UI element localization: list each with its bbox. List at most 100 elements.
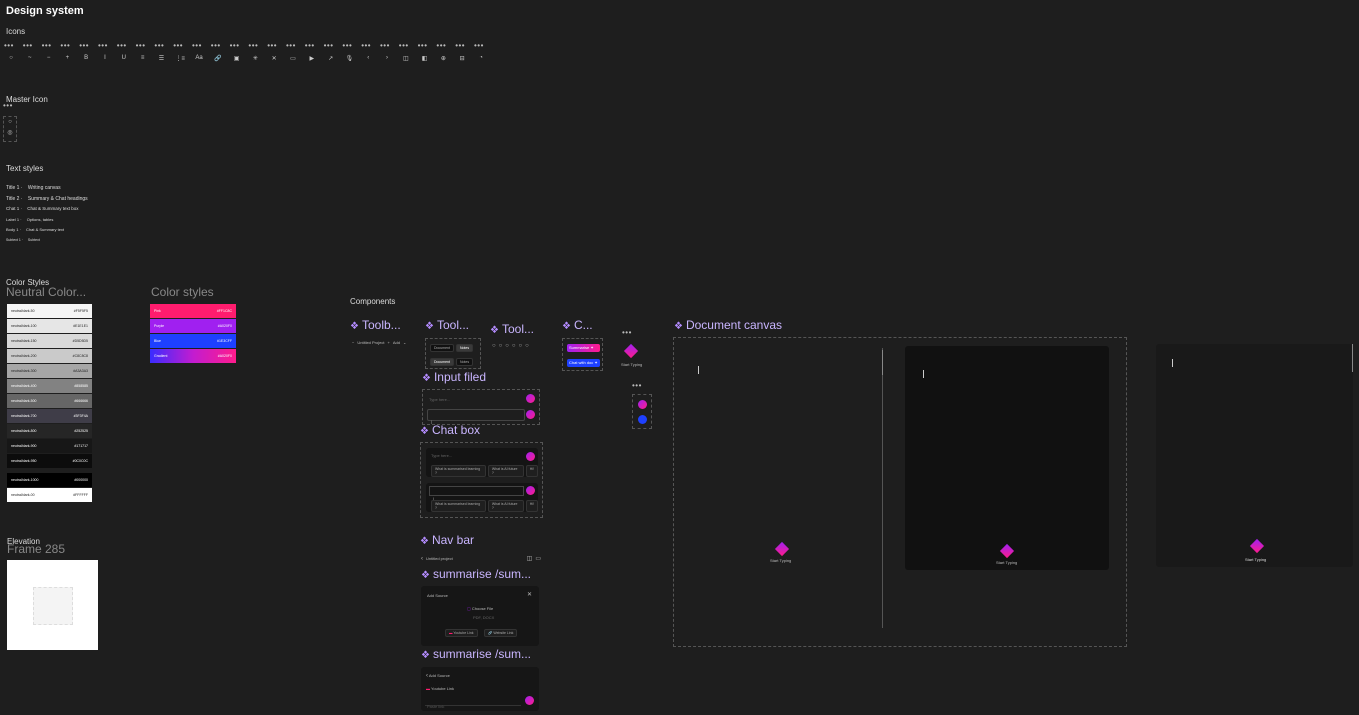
more-icon[interactable]: ••• (455, 41, 465, 50)
design-icon[interactable]: ◧ (416, 55, 434, 62)
more-icon[interactable]: ••• (79, 41, 89, 50)
input-field[interactable]: | (427, 409, 525, 424)
color-swatch[interactable]: Blue #1E3CFF (150, 334, 236, 348)
circle-icon[interactable]: ○ (499, 343, 503, 349)
suggestion-chip[interactable]: What is AI future ? (487, 465, 524, 477)
summarise2-header[interactable]: ‹ Add Source (426, 673, 450, 679)
send-icon-blue[interactable] (638, 415, 647, 424)
design-icon[interactable]: ⋮≡ (171, 55, 189, 62)
design-icon[interactable]: ◔ (472, 55, 490, 61)
design-icon[interactable]: ↗ (322, 55, 340, 62)
more-icon[interactable]: ••• (230, 41, 240, 50)
more-icon[interactable]: ••• (324, 41, 334, 50)
more-icon[interactable]: ••• (60, 41, 70, 50)
design-icon[interactable]: I (96, 55, 114, 61)
neutral-swatch[interactable]: neutral/dark-200 #C8C8C8 (7, 349, 92, 363)
toolbar1-add[interactable]: Add (393, 340, 400, 345)
more-icon[interactable]: ••• (380, 41, 390, 50)
send-icon[interactable] (638, 400, 647, 409)
more-icon[interactable]: ••• (286, 41, 296, 50)
design-icon[interactable]: ⊟ (453, 55, 471, 62)
more-icon[interactable]: ••• (418, 41, 428, 50)
more-icon[interactable]: ••• (136, 41, 146, 50)
circle-icon[interactable]: ○ (512, 343, 516, 349)
suggestion-chip[interactable]: What is AI future ? (487, 500, 524, 512)
more-icon[interactable]: ••• (267, 41, 277, 50)
chat-icon[interactable]: ◫ (527, 555, 533, 562)
more-icon[interactable]: ••• (154, 41, 164, 50)
design-icon[interactable]: ~ (21, 55, 39, 61)
more-icon[interactable]: ••• (632, 381, 642, 390)
choose-file-button[interactable]: ▢ Choose File (467, 606, 493, 611)
more-icon[interactable]: ••• (42, 41, 52, 50)
master-icon-frame[interactable]: ○ ◎ (3, 116, 17, 142)
neutral-swatch[interactable]: neutral/dark-400 #858585 (7, 379, 92, 393)
design-icon[interactable]: ✕ (265, 55, 283, 62)
more-icon[interactable]: ••• (342, 41, 352, 50)
website-link-button[interactable]: 🔗 Website Link (484, 629, 518, 637)
suggestion-chip[interactable]: Hi! (525, 500, 538, 512)
canvas-standalone[interactable]: Start Typing (1156, 344, 1353, 567)
scroll-handle[interactable] (882, 350, 883, 375)
design-icon[interactable]: ▭ (284, 55, 302, 62)
design-icon[interactable]: 🎙 (340, 55, 358, 62)
send-icon[interactable] (526, 452, 535, 461)
suggestion-chip[interactable]: What is summarised learning ? (431, 465, 486, 477)
neutral-swatch[interactable]: neutral/dark-150 #D5D5D5 (7, 334, 92, 348)
neutral-swatch[interactable]: neutral/dark-950 #0C0C0C (7, 454, 92, 468)
tab-notes-inactive[interactable]: Notes (455, 358, 474, 366)
more-icon[interactable]: ••• (23, 41, 33, 50)
design-icon[interactable]: ○ (2, 55, 20, 61)
tab-document[interactable]: Document (430, 344, 454, 352)
link-input[interactable]: Paste link (425, 695, 521, 709)
chevron-down-icon[interactable]: ⌄ (403, 340, 406, 345)
chatbox-active[interactable]: | What is summarised learning ? What is … (426, 483, 538, 512)
design-icon[interactable]: ≡ (134, 55, 152, 61)
more-icon[interactable]: ••• (622, 328, 632, 337)
design-icon[interactable]: U (115, 55, 133, 61)
more-icon[interactable]: ••• (192, 41, 202, 50)
plus-icon[interactable]: + (387, 340, 389, 345)
send-icon[interactable] (525, 696, 534, 705)
tab-notes[interactable]: Notes (455, 344, 474, 352)
send-icon[interactable] (526, 486, 535, 495)
close-icon[interactable]: ✕ (527, 591, 532, 598)
chat-doc-button[interactable]: Chat with doc ✦ (567, 359, 600, 367)
youtube-link-button[interactable]: ▬ Youtube Link (445, 629, 478, 637)
more-icon[interactable]: ••• (474, 41, 484, 50)
suggestion-chip[interactable]: What is summarised learning ? (431, 500, 486, 512)
neutral-swatch[interactable]: neutral/dark-100 #E1E1E1 (7, 319, 92, 333)
color-swatch[interactable]: Pink #FF1C8C (150, 304, 236, 318)
elevation-frame[interactable] (7, 560, 98, 650)
send-icon[interactable] (526, 410, 535, 419)
more-icon[interactable]: ••• (436, 41, 446, 50)
more-icon[interactable]: ••• (399, 41, 409, 50)
more-icon[interactable]: ••• (4, 41, 14, 50)
more-icon[interactable]: ••• (361, 41, 371, 50)
circle-icon[interactable]: ○ (519, 343, 523, 349)
more-icon[interactable]: ••• (117, 41, 127, 50)
neutral-swatch[interactable]: neutral/dark-300 #A3A3A3 (7, 364, 92, 378)
chatbox-empty[interactable]: Type here... What is summarised learning… (426, 448, 538, 477)
minus-icon[interactable]: − (352, 340, 354, 345)
summarise-button[interactable]: Summarise ✦ (567, 344, 600, 352)
back-icon[interactable]: ‹ (421, 556, 423, 562)
more-icon[interactable]: ••• (211, 41, 221, 50)
circle-icon[interactable]: ○ (492, 343, 496, 349)
design-icon[interactable]: ✳ (246, 55, 264, 62)
design-icon[interactable]: ‹ (359, 55, 377, 61)
neutral-swatch[interactable]: neutral/dark-50 #F5F5F5 (7, 304, 92, 318)
circle-icon[interactable]: ○ (505, 343, 509, 349)
color-swatch[interactable]: Gradient #A020F0 (150, 349, 236, 363)
scroll-handle[interactable] (1352, 344, 1353, 372)
circle-icon[interactable]: ○ (525, 343, 529, 349)
more-icon[interactable]: ••• (173, 41, 183, 50)
design-icon[interactable]: ☰ (152, 55, 170, 62)
chat-input-field[interactable]: | (429, 486, 524, 501)
more-icon[interactable]: ••• (98, 41, 108, 50)
design-icon[interactable]: B (77, 55, 95, 61)
color-swatch[interactable]: Purple #A020F0 (150, 319, 236, 333)
panel-icon[interactable]: ▭ (535, 555, 541, 562)
neutral-swatch[interactable]: neutral/dark-800 #252525 (7, 424, 92, 438)
more-icon[interactable]: ••• (305, 41, 315, 50)
